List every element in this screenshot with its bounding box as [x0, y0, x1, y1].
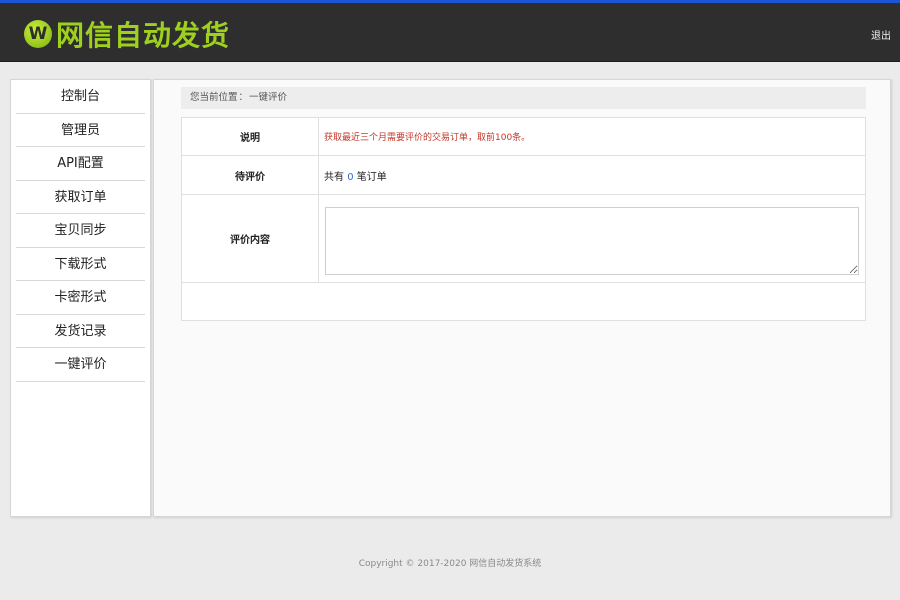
- sidebar-item-console[interactable]: 控制台: [16, 80, 145, 114]
- logo[interactable]: W 网信自动发货: [24, 17, 231, 52]
- sidebar-item-fetch-orders[interactable]: 获取订单: [16, 181, 145, 214]
- logo-icon: W: [24, 20, 52, 48]
- review-form-table: 说明 获取最近三个月需要评价的交易订单，取前100条。 待评价 共有 0 笔订单…: [181, 117, 866, 321]
- desc-cell: 获取最近三个月需要评价的交易订单，取前100条。: [318, 117, 866, 156]
- sidebar-item-download-mode[interactable]: 下载形式: [16, 248, 145, 281]
- desc-label: 说明: [181, 117, 319, 156]
- main-panel: 您当前位置：一键评价 说明 获取最近三个月需要评价的交易订单，取前100条。 待…: [153, 79, 891, 517]
- table-row: [181, 282, 866, 321]
- sidebar-item-delivery-log[interactable]: 发货记录: [16, 315, 145, 348]
- table-row: 说明 获取最近三个月需要评价的交易订单，取前100条。: [181, 117, 866, 156]
- empty-action-cell: [181, 282, 866, 321]
- pending-cell: 共有 0 笔订单: [318, 155, 866, 195]
- table-row: 待评价 共有 0 笔订单: [181, 155, 866, 195]
- sidebar-menu: 控制台 管理员 API配置 获取订单 宝贝同步 下载形式 卡密形式 发货记录 一…: [11, 80, 150, 382]
- sidebar-item-admin[interactable]: 管理员: [16, 114, 145, 147]
- sidebar-item-api-config[interactable]: API配置: [16, 147, 145, 181]
- content-cell: [318, 194, 866, 283]
- footer-copyright: Copyright © 2017-2020 网信自动发货系统: [358, 559, 542, 569]
- header: W 网信自动发货 退出: [0, 3, 900, 62]
- pending-label: 待评价: [181, 155, 319, 195]
- logo-text: 网信自动发货: [56, 19, 231, 52]
- sidebar: 控制台 管理员 API配置 获取订单 宝贝同步 下载形式 卡密形式 发货记录 一…: [10, 79, 151, 517]
- sidebar-item-item-sync[interactable]: 宝贝同步: [16, 214, 145, 248]
- review-content-textarea[interactable]: [325, 207, 859, 275]
- table-row: 评价内容: [181, 194, 866, 283]
- pending-count: 0: [347, 171, 354, 183]
- logout-link[interactable]: 退出: [871, 27, 891, 42]
- pending-prefix: 共有: [324, 171, 344, 183]
- breadcrumb-prefix: 您当前位置: [190, 92, 238, 103]
- sidebar-item-one-click-review[interactable]: 一键评价: [16, 348, 145, 382]
- desc-text: 获取最近三个月需要评价的交易订单，取前100条。: [324, 133, 531, 143]
- content-label: 评价内容: [181, 194, 319, 283]
- breadcrumb: 您当前位置：一键评价: [181, 87, 866, 109]
- pending-suffix: 笔订单: [356, 171, 387, 183]
- sidebar-item-card-mode[interactable]: 卡密形式: [16, 281, 145, 315]
- breadcrumb-current: 一键评价: [249, 92, 288, 103]
- breadcrumb-separator: ：: [238, 92, 249, 103]
